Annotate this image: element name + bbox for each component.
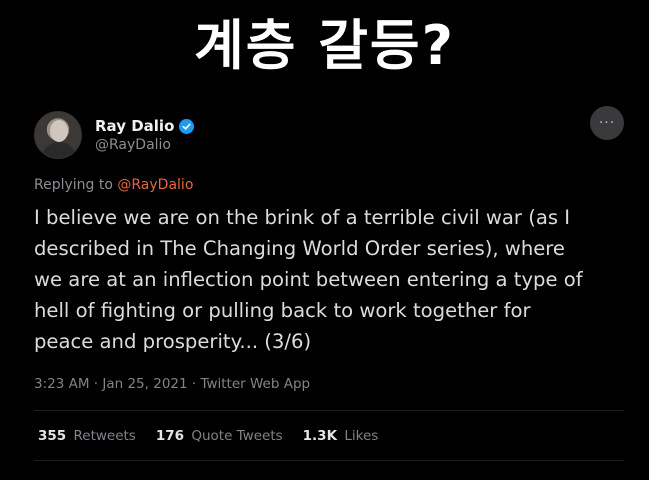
tweet-text-line: we are at an inflection point between en… (34, 268, 583, 291)
tweet-text-line: hell of fighting or pulling back to work… (34, 299, 531, 322)
retweets-count: 355 (38, 428, 67, 444)
tweet-text: I believe we are on the brink of a terri… (34, 202, 624, 357)
verified-icon (179, 118, 195, 134)
replying-prefix: Replying to (34, 177, 113, 193)
avatar-shoulders (41, 142, 77, 158)
quote-tweets-stat[interactable]: 176 Quote Tweets (156, 428, 283, 444)
replying-to: Replying to @RayDalio (34, 177, 193, 193)
display-name[interactable]: Ray Dalio (95, 117, 174, 135)
likes-stat[interactable]: 1.3K Likes (303, 428, 379, 444)
divider (34, 410, 624, 411)
retweets-label: Retweets (73, 428, 136, 444)
page: 계층 갈등? Ray Dalio @RayDalio ··· Replying … (0, 0, 649, 480)
checkmark-icon (182, 123, 191, 130)
tweet-header: Ray Dalio @RayDalio (34, 108, 195, 162)
replying-mention-link[interactable]: @RayDalio (117, 177, 193, 193)
tweet-stats: 355 Retweets 176 Quote Tweets 1.3K Likes (38, 428, 398, 444)
likes-label: Likes (344, 428, 379, 444)
more-options-button[interactable]: ··· (590, 106, 624, 140)
tweet-text-line: described in The Changing World Order se… (34, 237, 565, 260)
quote-tweets-label: Quote Tweets (191, 428, 283, 444)
tweet-text-line: peace and prosperity... (3/6) (34, 330, 312, 353)
avatar-face (50, 120, 68, 142)
display-name-row: Ray Dalio (95, 117, 195, 135)
quote-tweets-count: 176 (155, 428, 185, 444)
more-icon: ··· (598, 115, 616, 131)
headline: 계층 갈등? (194, 14, 455, 77)
handle[interactable]: @RayDalio (95, 137, 194, 153)
divider (34, 460, 624, 461)
retweets-stat[interactable]: 355 Retweets (38, 428, 136, 444)
author-names: Ray Dalio @RayDalio (95, 117, 195, 153)
tweet-timestamp[interactable]: 3:23 AM · Jan 25, 2021 · Twitter Web App (34, 376, 310, 392)
tweet-text-line: I believe we are on the brink of a terri… (34, 206, 571, 229)
likes-count: 1.3K (302, 428, 338, 444)
avatar[interactable] (34, 111, 82, 159)
